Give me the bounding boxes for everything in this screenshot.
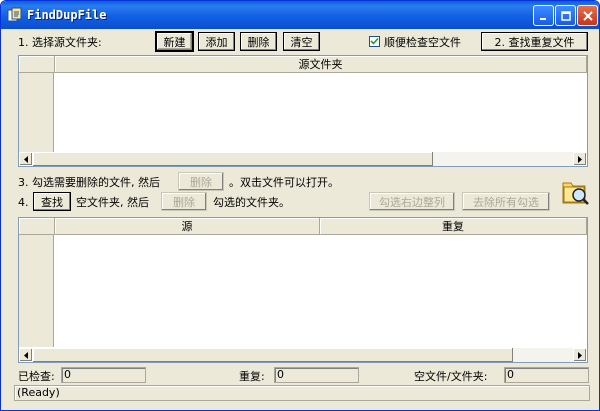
- source-folder-column-header[interactable]: 源文件夹: [55, 56, 587, 73]
- delete-source-button[interactable]: 删除: [240, 32, 277, 51]
- checkmark-icon: [370, 37, 379, 45]
- results-list-hscrollbar[interactable]: [19, 348, 587, 362]
- maximize-button[interactable]: [555, 5, 576, 26]
- window-title: FindDupFile: [27, 8, 107, 22]
- source-column-header[interactable]: 源: [55, 218, 320, 235]
- scroll-left-button[interactable]: [19, 152, 33, 166]
- delete-files-button[interactable]: 删除: [178, 172, 224, 191]
- add-button[interactable]: 添加: [198, 32, 235, 51]
- step4-suffix: 勾选的文件夹。: [213, 196, 290, 209]
- select-source-label: 1. 选择源文件夹:: [18, 36, 102, 49]
- find-empty-button[interactable]: 查找: [33, 192, 71, 211]
- step3-suffix: 。双击文件可以打开。: [229, 176, 339, 189]
- check-empty-checkbox[interactable]: [369, 36, 380, 47]
- check-empty-label: 顺便检查空文件: [384, 36, 461, 49]
- scroll-right-button[interactable]: [573, 152, 587, 166]
- checked-count-value: 0: [61, 367, 146, 383]
- scroll-thumb[interactable]: [33, 152, 433, 166]
- close-button[interactable]: [577, 5, 598, 26]
- uncheck-all-button[interactable]: 去除所有勾选: [462, 192, 550, 211]
- title-bar[interactable]: FindDupFile: [1, 1, 599, 29]
- arrow-left-icon: [24, 155, 28, 163]
- row-header-strip: [19, 73, 54, 153]
- arrow-left-icon: [24, 351, 28, 359]
- duplicate-count-label: 重复:: [239, 370, 265, 383]
- empty-count-value: 0: [504, 367, 589, 383]
- minimize-icon: [539, 17, 546, 20]
- results-scroll-left-button[interactable]: [19, 348, 33, 362]
- arrow-right-icon: [578, 155, 582, 163]
- delete-folders-button[interactable]: 删除: [161, 192, 207, 211]
- status-bar: (Ready): [14, 385, 590, 401]
- results-row-header-strip: [19, 235, 54, 347]
- results-scroll-thumb[interactable]: [33, 348, 513, 362]
- check-right-column-button[interactable]: 勾选右边整列: [369, 192, 455, 211]
- maximize-icon: [560, 10, 571, 21]
- checked-count-label: 已检查:: [18, 370, 55, 383]
- app-icon: [7, 7, 22, 22]
- results-scroll-right-button[interactable]: [573, 348, 587, 362]
- close-icon: [582, 10, 593, 21]
- step4-prefix: 4.: [18, 196, 29, 209]
- folder-search-icon[interactable]: [561, 177, 591, 207]
- results-list[interactable]: 源 重复: [18, 217, 588, 363]
- arrow-right-icon: [578, 351, 582, 359]
- source-folder-list[interactable]: 源文件夹: [18, 55, 588, 167]
- empty-count-label: 空文件/文件夹:: [414, 370, 488, 383]
- minimize-button[interactable]: [533, 5, 554, 26]
- source-list-hscrollbar[interactable]: [19, 152, 587, 166]
- step3-prefix: 3. 勾选需要删除的文件, 然后: [18, 176, 160, 189]
- step4-middle: 空文件夹, 然后: [76, 196, 149, 209]
- new-button[interactable]: 新建: [155, 31, 194, 52]
- row-header-corner: [19, 56, 55, 73]
- duplicate-column-header[interactable]: 重复: [320, 218, 587, 235]
- duplicate-count-value: 0: [274, 367, 359, 383]
- find-duplicates-button[interactable]: 2. 查找重复文件: [481, 32, 588, 51]
- clear-button[interactable]: 清空: [283, 32, 320, 51]
- app-window: FindDupFile 1. 选择源文件夹: 新建 添加 删除 清空 顺便检查空…: [0, 0, 600, 411]
- results-row-header-corner: [19, 218, 55, 235]
